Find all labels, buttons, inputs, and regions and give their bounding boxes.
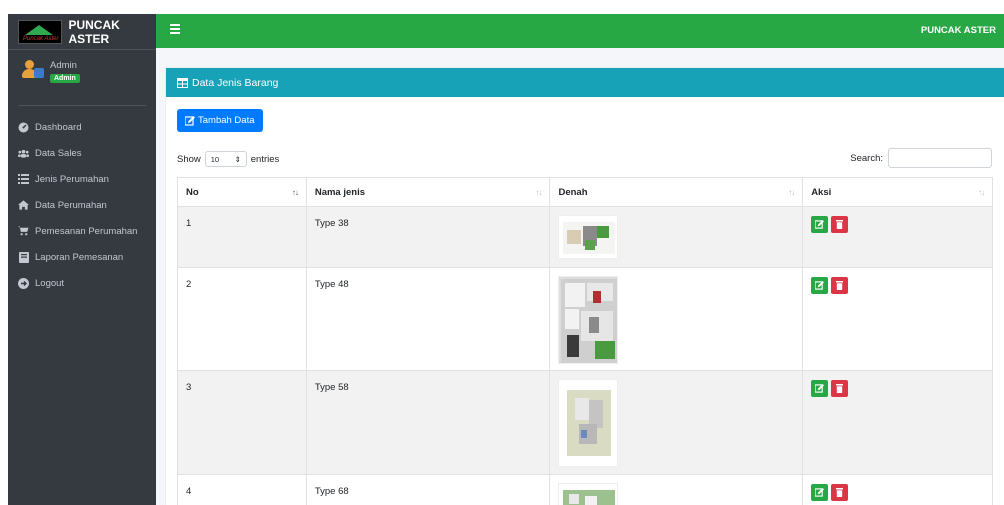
book-icon xyxy=(18,251,29,263)
sort-asc-icon: ↑↓ xyxy=(291,188,299,197)
floor-plan-image[interactable] xyxy=(558,379,619,467)
brand-logo: Puncak Aster xyxy=(18,19,63,44)
tachometer-icon xyxy=(18,122,29,133)
sidebar-item-logout[interactable]: Logout xyxy=(18,270,156,296)
trash-icon xyxy=(836,281,844,290)
search-input[interactable] xyxy=(888,148,992,168)
cart-icon xyxy=(18,226,29,237)
cell-no: 4 xyxy=(177,474,307,505)
cell-nama-jenis: Type 38 xyxy=(305,206,551,268)
sidebar-item-label: Pemesanan Perumahan xyxy=(35,225,138,237)
sidebar-item-label: Laporan Pemesanan xyxy=(35,251,124,263)
brand[interactable]: Puncak Aster PUNCAK ASTER xyxy=(8,14,156,50)
search-label: Search: xyxy=(850,152,883,164)
edit-icon xyxy=(184,115,195,126)
card-title: Data Jenis Barang xyxy=(192,76,279,89)
cell-no: 3 xyxy=(177,370,307,475)
search-control: Search: xyxy=(850,148,992,168)
top-navbar: PUNCAK ASTER xyxy=(156,14,1004,48)
entries-length-control: Show 10 ⇕ entries xyxy=(177,151,279,167)
users-icon xyxy=(18,148,29,159)
content-wrapper: Data Jenis Barang Tambah Data Show 10 ⇕ … xyxy=(156,48,1004,505)
edit-icon xyxy=(815,488,825,497)
table-row: 2 Type 48 xyxy=(177,267,993,371)
floor-plan-image[interactable] xyxy=(558,215,619,259)
user-panel: Admin Admin xyxy=(18,50,146,106)
logout-icon xyxy=(18,277,29,289)
sidebar-item-dashboard[interactable]: Dashboard xyxy=(18,114,156,140)
column-header-label: No xyxy=(186,186,199,198)
sidebar-item-data-sales[interactable]: Data Sales xyxy=(18,140,156,166)
column-header-label: Aksi xyxy=(811,186,832,198)
delete-button[interactable] xyxy=(831,380,849,397)
list-icon xyxy=(18,174,29,185)
table-icon xyxy=(177,77,188,88)
sidebar-item-jenis-perumahan[interactable]: Jenis Perumahan xyxy=(18,166,156,192)
edit-icon xyxy=(815,384,825,393)
user-role-badge: Admin xyxy=(50,74,80,83)
brand-name: PUNCAK ASTER xyxy=(68,17,120,46)
column-header-label: Nama jenis xyxy=(314,186,365,198)
data-table: No ↑↓ Nama jenis ↑↓ Denah ↑↓ Aksi ↑↓ 1 Type … xyxy=(177,177,993,505)
trash-icon xyxy=(836,384,844,393)
edit-button[interactable] xyxy=(811,277,829,294)
top-strip xyxy=(0,0,1004,14)
entries-select-value: 10 xyxy=(210,154,220,164)
edit-icon xyxy=(815,220,825,229)
sidebar-item-data-perumahan[interactable]: Data Perumahan xyxy=(18,192,156,218)
table-row: 3 Type 58 xyxy=(177,370,993,475)
sidebar-item-label: Jenis Perumahan xyxy=(35,173,109,185)
table-row: 1 Type 38 xyxy=(177,206,993,268)
sort-icon: ↑↓ xyxy=(535,188,542,197)
sort-icon: ↑↓ xyxy=(788,188,795,197)
table-row: 4 Type 68 xyxy=(177,474,993,505)
entries-select[interactable]: 10 ⇕ xyxy=(204,151,247,167)
sidebar-item-pemesanan-perumahan[interactable]: Pemesanan Perumahan xyxy=(18,218,156,244)
cell-nama-jenis: Type 68 xyxy=(305,474,551,505)
entries-label: entries xyxy=(250,153,280,165)
navbar-brand[interactable]: PUNCAK ASTER xyxy=(921,25,996,36)
sidebar: Puncak Aster PUNCAK ASTER Admin Admin Da… xyxy=(8,14,156,505)
card-header: Data Jenis Barang xyxy=(166,68,1004,97)
floor-plan-image[interactable] xyxy=(558,276,619,364)
floor-plan-image[interactable] xyxy=(558,483,619,505)
brand-logo-script: Puncak Aster xyxy=(23,35,59,42)
cell-nama-jenis: Type 48 xyxy=(305,267,551,371)
column-header-denah[interactable]: Denah ↑↓ xyxy=(549,177,804,207)
column-header-nama-jenis[interactable]: Nama jenis ↑↓ xyxy=(305,177,551,207)
trash-icon xyxy=(836,220,844,229)
sidebar-item-label: Data Perumahan xyxy=(35,199,107,211)
sidebar-item-label: Data Sales xyxy=(35,147,82,159)
add-data-label: Tambah Data xyxy=(198,115,255,126)
sidebar-item-label: Logout xyxy=(35,277,65,289)
delete-button[interactable] xyxy=(831,484,849,501)
trash-icon xyxy=(836,488,844,497)
column-header-label: Denah xyxy=(558,186,588,198)
show-label: Show xyxy=(177,153,201,165)
column-header-no[interactable]: No ↑↓ xyxy=(177,177,307,207)
cell-no: 1 xyxy=(177,206,307,268)
cell-nama-jenis: Type 58 xyxy=(305,370,551,475)
select-arrows-icon: ⇕ xyxy=(234,154,241,164)
edit-button[interactable] xyxy=(811,216,829,233)
edit-icon xyxy=(815,281,825,290)
edit-button[interactable] xyxy=(811,380,829,397)
user-avatar xyxy=(22,60,44,82)
cell-no: 2 xyxy=(177,267,307,371)
sidebar-item-laporan-pemesanan[interactable]: Laporan Pemesanan xyxy=(18,244,156,270)
column-header-aksi[interactable]: Aksi ↑↓ xyxy=(802,177,993,207)
sidebar-item-label: Dashboard xyxy=(35,121,82,133)
data-card: Data Jenis Barang Tambah Data Show 10 ⇕ … xyxy=(166,68,1004,505)
sort-icon: ↑↓ xyxy=(978,188,985,197)
app: Puncak Aster PUNCAK ASTER Admin Admin Da… xyxy=(0,0,1004,505)
user-name[interactable]: Admin xyxy=(50,60,80,71)
home-icon xyxy=(18,200,29,211)
add-data-button[interactable]: Tambah Data xyxy=(177,109,263,132)
sidebar-nav: Dashboard Data Sales Jenis Perumahan Dat… xyxy=(8,106,156,296)
delete-button[interactable] xyxy=(831,216,849,233)
hamburger-menu-icon[interactable] xyxy=(170,24,180,36)
delete-button[interactable] xyxy=(831,277,849,294)
edit-button[interactable] xyxy=(811,484,829,501)
